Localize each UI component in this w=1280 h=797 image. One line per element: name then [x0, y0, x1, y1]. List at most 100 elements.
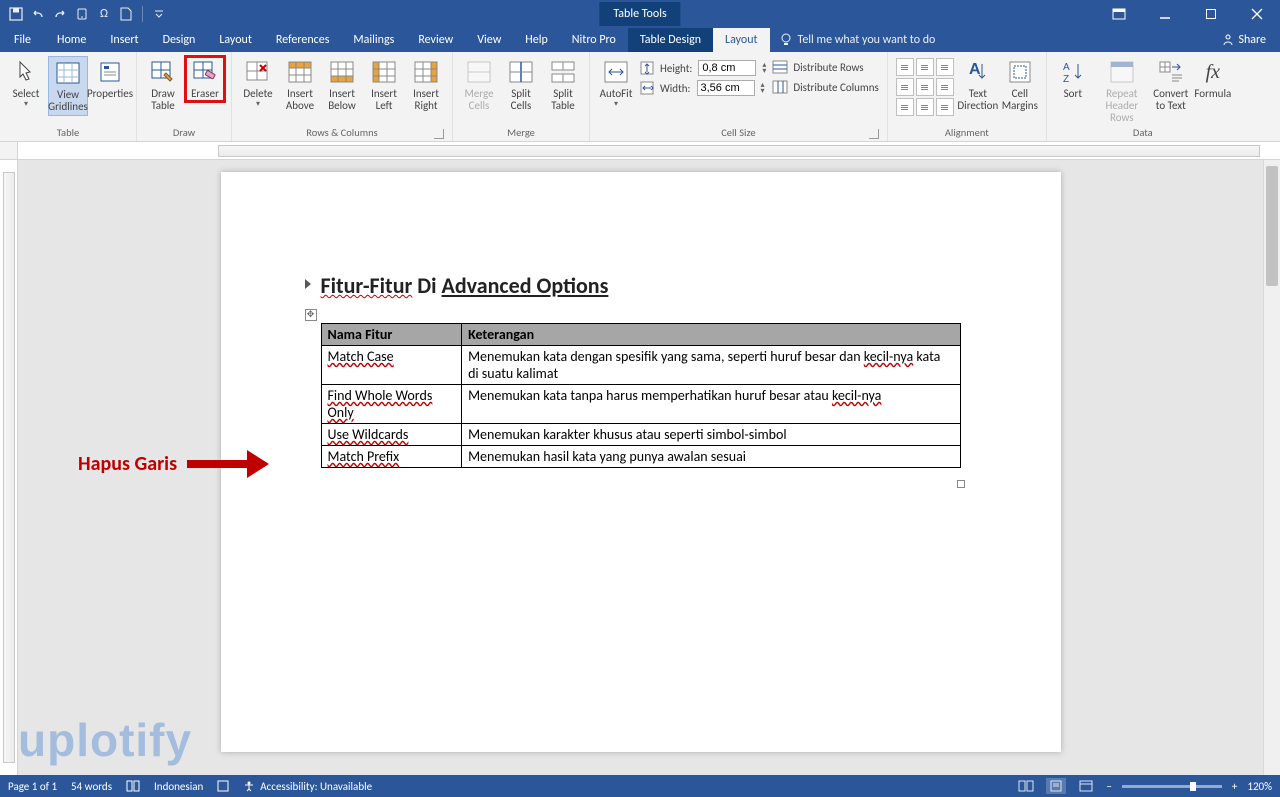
split-cells-button[interactable]: Split Cells: [501, 56, 541, 114]
align-mid-left[interactable]: [896, 78, 914, 96]
repeat-header-button[interactable]: Repeat Header Rows: [1095, 56, 1149, 126]
align-top-left[interactable]: [896, 58, 914, 76]
tab-review[interactable]: Review: [406, 28, 465, 52]
tab-view[interactable]: View: [465, 28, 513, 52]
redo-icon[interactable]: [52, 6, 68, 22]
insert-above-button[interactable]: Insert Above: [280, 56, 320, 114]
share-icon: [1222, 34, 1234, 46]
zoom-thumb[interactable]: [1190, 782, 1196, 791]
close-button[interactable]: [1234, 0, 1280, 28]
new-doc-icon[interactable]: [118, 6, 134, 22]
status-accessibility[interactable]: Accessibility: Unavailable: [243, 780, 372, 793]
formula-button[interactable]: fx Formula: [1193, 56, 1233, 102]
rows-cols-dialog-launcher[interactable]: [434, 129, 444, 139]
tab-file[interactable]: File: [0, 28, 45, 52]
tab-references[interactable]: References: [264, 28, 342, 52]
select-button[interactable]: Select ▾: [6, 56, 46, 111]
cell-desc[interactable]: Menemukan hasil kata yang punya awalan s…: [462, 446, 960, 468]
contextual-tab-title: Table Tools: [599, 2, 680, 26]
eraser-button[interactable]: Eraser: [185, 56, 225, 102]
cell-desc[interactable]: Menemukan kata tanpa harus memperhatikan…: [462, 385, 960, 424]
zoom-slider[interactable]: [1122, 785, 1222, 788]
table-move-handle[interactable]: ✥: [305, 309, 317, 321]
omega-icon[interactable]: Ω: [96, 6, 112, 22]
vertical-scrollbar[interactable]: [1263, 160, 1280, 775]
tell-me-search[interactable]: Tell me what you want to do: [770, 28, 946, 52]
align-mid-center[interactable]: [916, 78, 934, 96]
cell-name[interactable]: Match Case: [321, 346, 462, 385]
save-icon[interactable]: [8, 6, 24, 22]
distribute-cols-button[interactable]: Distribute Columns: [772, 80, 878, 94]
cellsize-dialog-launcher[interactable]: [869, 129, 879, 139]
cell-name[interactable]: Find Whole Words Only: [321, 385, 462, 424]
ribbon-options-button[interactable]: [1096, 0, 1142, 28]
draw-table-button[interactable]: Draw Table: [143, 56, 183, 114]
properties-button[interactable]: Properties: [90, 56, 130, 102]
sort-button[interactable]: AZ Sort: [1053, 56, 1093, 102]
svg-text:A: A: [1063, 62, 1070, 73]
align-mid-right[interactable]: [936, 78, 954, 96]
properties-label: Properties: [87, 88, 133, 100]
horizontal-ruler[interactable]: [18, 142, 1280, 160]
document-table[interactable]: Nama Fitur Keterangan Match Case Menemuk…: [321, 323, 961, 468]
status-language[interactable]: Indonesian: [154, 780, 203, 793]
cell-desc[interactable]: Menemukan kata dengan spesifik yang sama…: [462, 346, 960, 385]
status-page[interactable]: Page 1 of 1: [8, 780, 57, 793]
touch-mode-icon[interactable]: [74, 6, 90, 22]
width-input[interactable]: [697, 80, 755, 96]
undo-icon[interactable]: [30, 6, 46, 22]
align-top-center[interactable]: [916, 58, 934, 76]
tab-home[interactable]: Home: [45, 28, 98, 52]
text-direction-button[interactable]: A Text Direction: [958, 56, 998, 114]
align-bot-left[interactable]: [896, 98, 914, 116]
split-table-button[interactable]: Split Table: [543, 56, 583, 114]
status-spellcheck[interactable]: [126, 780, 140, 792]
insert-right-icon: [411, 58, 441, 86]
cell-name[interactable]: Match Prefix: [321, 446, 462, 468]
tab-layout[interactable]: Layout: [207, 28, 264, 52]
cell-margins-button[interactable]: Cell Margins: [1000, 56, 1040, 114]
autofit-button[interactable]: AutoFit ▾: [596, 56, 636, 111]
tab-table-layout[interactable]: Layout: [713, 28, 770, 52]
insert-below-button[interactable]: Insert Below: [322, 56, 362, 114]
tab-mailings[interactable]: Mailings: [341, 28, 406, 52]
tab-nitro-pro[interactable]: Nitro Pro: [560, 28, 628, 52]
spinner-icon[interactable]: ▴▾: [761, 82, 765, 94]
zoom-level[interactable]: 120%: [1247, 780, 1272, 793]
collapse-caret-icon[interactable]: [305, 279, 311, 289]
view-web-layout[interactable]: [1076, 778, 1096, 794]
insert-left-button[interactable]: Insert Left: [364, 56, 404, 114]
tab-design[interactable]: Design: [151, 28, 208, 52]
spinner-icon[interactable]: ▴▾: [762, 62, 766, 74]
table-resize-handle[interactable]: [957, 480, 965, 488]
share-button[interactable]: Share: [1222, 28, 1280, 52]
minimize-button[interactable]: [1142, 0, 1188, 28]
status-macro[interactable]: [217, 780, 229, 792]
document-area[interactable]: Fitur-Fitur Di Advanced Options ✥ Nama F…: [18, 160, 1263, 775]
zoom-in-button[interactable]: +: [1232, 780, 1237, 793]
status-words[interactable]: 54 words: [71, 780, 112, 793]
view-read-mode[interactable]: [1016, 778, 1036, 794]
align-bot-right[interactable]: [936, 98, 954, 116]
height-input[interactable]: [698, 60, 756, 76]
tab-help[interactable]: Help: [513, 28, 560, 52]
cell-desc[interactable]: Menemukan karakter khusus atau seperti s…: [462, 424, 960, 446]
view-print-layout[interactable]: [1046, 778, 1066, 794]
align-top-right[interactable]: [936, 58, 954, 76]
delete-button[interactable]: Delete ▾: [238, 56, 278, 111]
maximize-button[interactable]: [1188, 0, 1234, 28]
qat-customize-icon[interactable]: [151, 6, 167, 22]
cell-name[interactable]: Use Wildcards: [321, 424, 462, 446]
zoom-out-button[interactable]: −: [1106, 780, 1111, 793]
merge-cells-button[interactable]: Merge Cells: [459, 56, 499, 114]
row-height-icon: [640, 61, 654, 75]
tab-insert[interactable]: Insert: [98, 28, 150, 52]
tab-table-design[interactable]: Table Design: [628, 28, 713, 52]
insert-right-button[interactable]: Insert Right: [406, 56, 446, 114]
distribute-rows-button[interactable]: Distribute Rows: [772, 60, 878, 74]
vertical-ruler[interactable]: [0, 160, 18, 775]
view-gridlines-button[interactable]: View Gridlines: [48, 56, 88, 116]
align-bot-center[interactable]: [916, 98, 934, 116]
scroll-thumb[interactable]: [1266, 166, 1278, 286]
convert-to-text-button[interactable]: Convert to Text: [1151, 56, 1191, 114]
